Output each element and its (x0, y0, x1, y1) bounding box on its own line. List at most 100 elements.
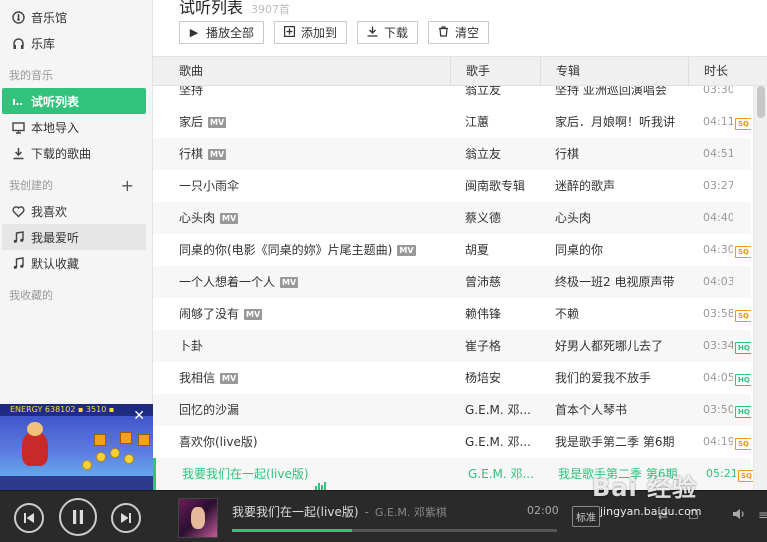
sidebar-item-label: 我最爱听 (31, 230, 80, 245)
song-duration: 04:03 (703, 275, 733, 288)
mv-icon[interactable]: MV (220, 373, 239, 384)
sidebar-item-music-hall[interactable]: 音乐馆 (2, 4, 146, 30)
quality-cell: HQ (735, 362, 751, 394)
volume-icon[interactable] (732, 508, 746, 523)
song-artist[interactable]: 崔子格 (465, 330, 540, 362)
table-row[interactable]: 心头肉 MV 蔡义德 心头肉 04:40 (153, 202, 751, 234)
mv-icon[interactable]: MV (244, 309, 263, 320)
song-artist[interactable]: G.E.M. 邓... (465, 426, 540, 458)
song-album[interactable]: 我是歌手第二季 第6期 (555, 426, 690, 458)
progress-bar[interactable] (232, 529, 557, 532)
game-coin (82, 460, 92, 470)
song-album[interactable]: 迷醉的歌声 (555, 170, 690, 202)
page-title-text: 试听列表 (179, 0, 244, 17)
song-album[interactable]: 家后．月娘啊！听我讲 (555, 106, 690, 138)
song-artist[interactable]: 赖伟锋 (465, 298, 540, 330)
song-title: 我相信 MV (179, 362, 449, 394)
sidebar-item-most-listened[interactable]: 我最爱听 (2, 224, 146, 250)
close-icon[interactable]: ✕ (133, 408, 145, 424)
add-to-button[interactable]: 添加到 (274, 21, 348, 44)
game-block (94, 434, 106, 446)
previous-button[interactable] (14, 503, 44, 533)
song-title-text: 卜卦 (179, 339, 204, 353)
song-artist[interactable]: 杨培安 (465, 362, 540, 394)
song-album[interactable]: 首本个人琴书 (555, 394, 690, 426)
song-album[interactable]: 心头肉 (555, 202, 690, 234)
quality-badge-hq: HQ (735, 342, 751, 354)
menu-icon[interactable]: ≡ (758, 508, 767, 522)
button-label: 清空 (455, 26, 480, 40)
next-button[interactable] (111, 503, 141, 533)
song-artist[interactable]: 曾沛慈 (465, 266, 540, 298)
now-playing-title[interactable]: 我要我们在一起(live版) (232, 505, 359, 519)
download-button[interactable]: 下载 (357, 21, 419, 44)
song-album[interactable]: 我们的爱我不放手 (555, 362, 690, 394)
song-album[interactable]: 不赖 (555, 298, 690, 330)
download-icon (11, 146, 25, 160)
play-all-button[interactable]: ▶ 播放全部 (179, 21, 265, 44)
song-artist[interactable]: 江蕙 (465, 106, 540, 138)
table-header: 歌曲 歌手 专辑 时长 (153, 56, 767, 86)
sidebar-item-label: 下载的歌曲 (31, 146, 92, 161)
quality-cell: SQ (735, 106, 751, 138)
table-row[interactable]: 回忆的沙漏 G.E.M. 邓... 首本个人琴书 03:50 HQ (153, 394, 751, 426)
mv-icon[interactable]: MV (220, 213, 239, 224)
clear-button[interactable]: 清空 (428, 21, 490, 44)
table-row[interactable]: 一个人想着一个人 MV 曾沛慈 终极一班2 电视原声带 04:03 (153, 266, 751, 298)
sidebar-item-trial-list[interactable]: 试听列表 (2, 88, 146, 114)
song-artist[interactable]: 翁立友 (465, 138, 540, 170)
mv-icon[interactable]: MV (208, 149, 227, 160)
table-row[interactable]: 喜欢你(live版) G.E.M. 邓... 我是歌手第二季 第6期 04:19 SQ (153, 426, 751, 458)
quality-badge-sq: SQ (738, 470, 754, 482)
scrollbar[interactable] (753, 86, 767, 490)
column-song[interactable]: 歌曲 (153, 57, 450, 86)
table-row[interactable]: 家后 MV 江蕙 家后．月娘啊！听我讲 04:11 SQ (153, 106, 751, 138)
mv-icon[interactable]: MV (397, 245, 416, 256)
mv-icon[interactable]: MV (280, 277, 299, 288)
table-row[interactable]: 我相信 MV 杨培安 我们的爱我不放手 04:05 HQ (153, 362, 751, 394)
album-cover[interactable] (178, 498, 218, 538)
sidebar-item-downloaded[interactable]: 下载的歌曲 (2, 140, 146, 166)
game-coin (124, 454, 134, 464)
column-artist[interactable]: 歌手 (450, 57, 540, 86)
song-artist[interactable]: G.E.M. 邓... (468, 458, 543, 490)
song-artist[interactable]: 闽南歌专辑 (465, 170, 540, 202)
song-album[interactable]: 同桌的你 (555, 234, 690, 266)
main-content: 试听列表 3907首 ▶ 播放全部 添加到 下载 清空 歌曲 歌手 专辑 时长 … (153, 0, 767, 490)
song-artist[interactable]: G.E.M. 邓... (465, 394, 540, 426)
sidebar-item-favorites[interactable]: 我喜欢 (2, 198, 146, 224)
song-title: 坚持 (179, 86, 204, 97)
table-row[interactable]: 同桌的你(电影《同桌的妳》片尾主题曲) MV 胡夏 同桌的你 04:30 SQ (153, 234, 751, 266)
now-playing-artist[interactable]: G.E.M. 邓紫棋 (375, 506, 447, 519)
equalizer-icon (314, 459, 327, 490)
table-row[interactable]: 一只小雨伞 闽南歌专辑 迷醉的歌声 03:27 (153, 170, 751, 202)
quality-badge[interactable]: 标准 (572, 506, 600, 527)
song-album[interactable]: 行棋 (555, 138, 690, 170)
previous-icon (24, 513, 34, 523)
song-title-text: 家后 (179, 115, 204, 129)
scrollbar-thumb[interactable] (757, 86, 765, 118)
sidebar-item-local-import[interactable]: 本地导入 (2, 114, 146, 140)
sidebar-item-default-collection[interactable]: 默认收藏 (2, 250, 146, 276)
ad-topbar: ENERGY 638102 ▪ 3510 ▪ (0, 404, 153, 416)
song-artist[interactable]: 蔡义德 (465, 202, 540, 234)
add-playlist-icon[interactable]: + (121, 176, 134, 195)
table-row[interactable]: 卜卦 崔子格 好男人都死哪儿去了 03:34 HQ (153, 330, 751, 362)
quality-cell: SQ (735, 298, 751, 330)
song-album[interactable]: 终极一班2 电视原声带 (555, 266, 690, 298)
pause-button[interactable] (59, 498, 97, 536)
song-artist[interactable]: 胡夏 (465, 234, 540, 266)
table-row[interactable]: 闹够了没有 MV 赖伟锋 不赖 03:58 SQ (153, 298, 751, 330)
sidebar-item-label: 我喜欢 (31, 204, 68, 219)
song-album[interactable]: 好男人都死哪儿去了 (555, 330, 690, 362)
mv-icon[interactable]: MV (208, 117, 227, 128)
column-duration[interactable]: 时长 (688, 57, 767, 86)
column-album[interactable]: 专辑 (540, 57, 688, 86)
table-row[interactable]: 坚持 翁立友 坚持 亚洲巡回演唱会 03:30 (153, 86, 751, 106)
table-row[interactable]: 行棋 MV 翁立友 行棋 04:51 (153, 138, 751, 170)
game-ad-banner[interactable]: ENERGY 638102 ▪ 3510 ▪ ✕ (0, 404, 153, 490)
sidebar-item-library[interactable]: 乐库 (2, 30, 146, 56)
song-artist[interactable]: 翁立友 (465, 86, 540, 106)
song-title: 行棋 MV (179, 138, 449, 170)
song-album[interactable]: 坚持 亚洲巡回演唱会 (555, 86, 690, 106)
